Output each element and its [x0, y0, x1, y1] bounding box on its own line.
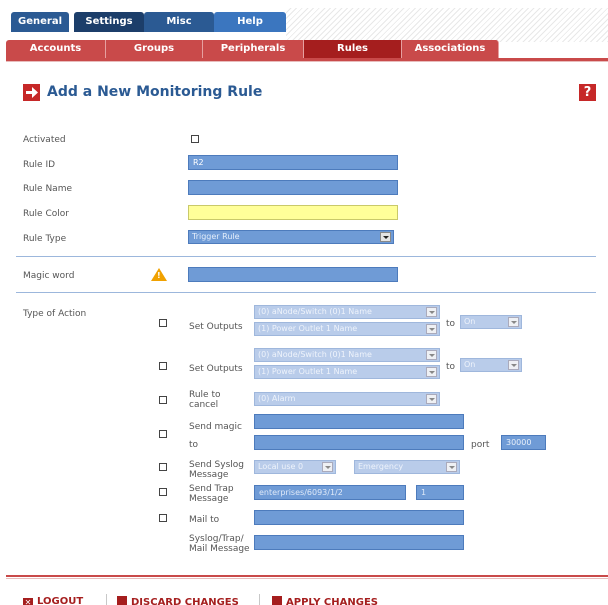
mail-to-checkbox[interactable]	[159, 514, 167, 522]
syslog-severity-select[interactable]: Emergency	[354, 460, 460, 474]
set-outputs-1-select-a[interactable]: (0) aNode/Switch (0)1 Name	[254, 305, 440, 319]
rule-color-input[interactable]	[188, 205, 398, 220]
port-input[interactable]: 30000	[501, 435, 546, 450]
subtab-associations[interactable]: Associations	[402, 40, 499, 58]
tab-misc[interactable]: Misc	[144, 12, 214, 32]
arrow-right-icon	[23, 84, 40, 101]
help-icon[interactable]: ?	[579, 84, 596, 101]
mail-to-input[interactable]	[254, 510, 464, 525]
send-trap-checkbox[interactable]	[159, 488, 167, 496]
toolbar-separator	[259, 594, 260, 605]
trash-icon	[117, 596, 127, 605]
send-syslog-label: Send Syslog Message	[189, 460, 244, 480]
send-magic-host-input[interactable]	[254, 435, 464, 450]
bottom-divider-light	[6, 578, 608, 579]
set-outputs-2-to-label: to	[446, 362, 456, 372]
tab-help[interactable]: Help	[214, 12, 286, 32]
chevron-down-icon	[380, 232, 391, 242]
send-magic-input[interactable]	[254, 414, 464, 429]
send-magic-label: Send magic	[189, 422, 242, 432]
set-outputs-1-label: Set Outputs	[189, 322, 243, 332]
set-outputs-1-state-select[interactable]: On	[460, 315, 522, 329]
apply-changes-button[interactable]: APPLY CHANGES	[272, 596, 378, 605]
activated-checkbox[interactable]	[191, 135, 199, 143]
section-divider	[16, 256, 596, 257]
rule-color-label: Rule Color	[23, 209, 69, 219]
send-trap-label: Send Trap Message	[189, 484, 234, 504]
rule-name-label: Rule Name	[23, 184, 73, 194]
toolbar-separator	[106, 594, 107, 605]
rule-to-cancel-label: Rule to cancel	[189, 390, 221, 410]
rule-type-value: Trigger Rule	[192, 232, 240, 241]
subtab-peripherals[interactable]: Peripherals	[203, 40, 304, 58]
rule-to-cancel-select[interactable]: (0) Alarm	[254, 392, 440, 406]
sub-navigation: Accounts Groups Peripherals Rules Associ…	[0, 32, 608, 58]
rule-id-input[interactable]: R2	[188, 155, 398, 170]
chevron-down-icon	[426, 307, 437, 317]
chevron-down-icon	[446, 462, 457, 472]
syslog-facility-select[interactable]: Local use 0	[254, 460, 336, 474]
set-outputs-1-select-b[interactable]: (1) Power Outlet 1 Name	[254, 322, 440, 336]
set-outputs-1-checkbox[interactable]	[159, 319, 167, 327]
chevron-down-icon	[508, 317, 519, 327]
logout-button[interactable]: ✕ LOGOUT	[23, 596, 83, 605]
close-icon: ✕	[23, 598, 33, 605]
subtab-accounts[interactable]: Accounts	[6, 40, 106, 58]
chevron-down-icon	[426, 367, 437, 377]
discard-changes-button[interactable]: DISCARD CHANGES	[117, 596, 239, 605]
nav-underline-light	[6, 61, 608, 62]
magic-word-label: Magic word	[23, 271, 75, 281]
tab-general[interactable]: General	[11, 12, 69, 32]
chevron-down-icon	[508, 360, 519, 370]
set-outputs-2-state-select[interactable]: On	[460, 358, 522, 372]
send-syslog-checkbox[interactable]	[159, 463, 167, 471]
tab-settings[interactable]: Settings	[74, 12, 144, 32]
send-magic-checkbox[interactable]	[159, 430, 167, 438]
subtab-groups[interactable]: Groups	[106, 40, 203, 58]
message-label: Syslog/Trap/ Mail Message	[189, 534, 250, 554]
bottom-divider	[6, 575, 608, 577]
mail-to-label: Mail to	[189, 515, 220, 525]
set-outputs-2-label: Set Outputs	[189, 364, 243, 374]
warning-icon: !	[151, 268, 167, 281]
set-outputs-1-to-label: to	[446, 319, 456, 329]
send-magic-to-label: to	[189, 440, 199, 450]
rule-name-input[interactable]	[188, 180, 398, 195]
activated-label: Activated	[23, 135, 66, 145]
rule-type-select[interactable]: Trigger Rule	[188, 230, 394, 244]
rule-type-label: Rule Type	[23, 234, 67, 244]
chevron-down-icon	[322, 462, 333, 472]
chevron-down-icon	[426, 394, 437, 404]
trap-value-input[interactable]: 1	[416, 485, 464, 500]
page-title: Add a New Monitoring Rule	[47, 84, 263, 100]
set-outputs-2-select-a[interactable]: (0) aNode/Switch (0)1 Name	[254, 348, 440, 362]
message-input[interactable]	[254, 535, 464, 550]
chevron-down-icon	[426, 350, 437, 360]
subtab-rules[interactable]: Rules	[304, 40, 402, 58]
chevron-down-icon	[426, 324, 437, 334]
trap-oid-input[interactable]: enterprises/6093/1/2	[254, 485, 406, 500]
magic-word-input[interactable]	[188, 267, 398, 282]
type-of-action-label: Type of Action	[23, 309, 87, 319]
section-divider	[16, 292, 596, 293]
port-label: port	[471, 440, 490, 450]
save-icon	[272, 596, 282, 605]
set-outputs-2-select-b[interactable]: (1) Power Outlet 1 Name	[254, 365, 440, 379]
rule-id-label: Rule ID	[23, 160, 56, 170]
set-outputs-2-checkbox[interactable]	[159, 362, 167, 370]
rule-to-cancel-checkbox[interactable]	[159, 396, 167, 404]
